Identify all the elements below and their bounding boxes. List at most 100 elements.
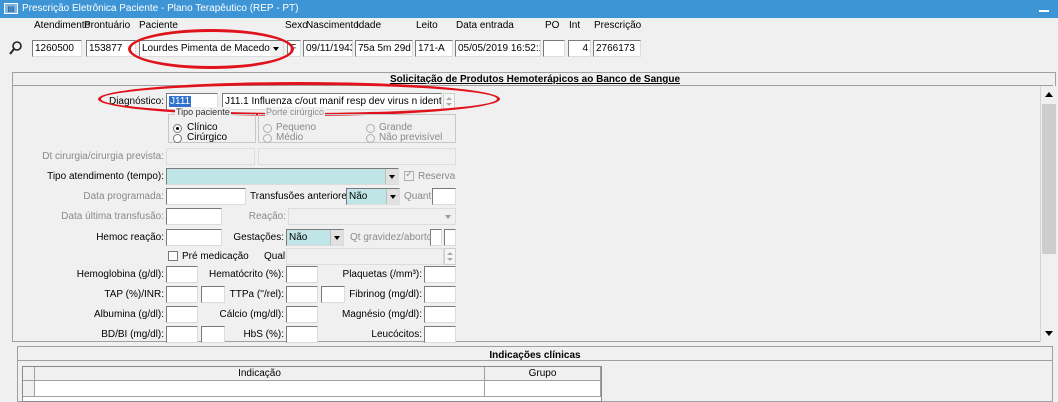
tipo-atendimento-dropdown-icon[interactable] bbox=[385, 169, 398, 184]
pre-medicacao-checkbox[interactable] bbox=[168, 251, 178, 261]
hemoglobina-field[interactable] bbox=[166, 266, 198, 283]
bd-field[interactable] bbox=[166, 326, 198, 343]
leucocitos-field[interactable] bbox=[424, 326, 456, 343]
nascimento-field[interactable]: 09/11/1943 bbox=[303, 40, 353, 57]
cell-indicacao[interactable] bbox=[35, 381, 485, 397]
reacao-label: Reação: bbox=[248, 211, 286, 222]
po-field[interactable] bbox=[543, 40, 565, 57]
radio-cirurgico[interactable] bbox=[173, 134, 182, 143]
plaquetas-label: Plaquetas (/mm³): bbox=[342, 269, 422, 280]
indicacoes-title-divider bbox=[18, 360, 1052, 361]
hematocrito-field[interactable] bbox=[286, 266, 318, 283]
fibrinog-label: Fibrinog (mg/dl): bbox=[349, 289, 422, 300]
label-atendimento: Atendimento bbox=[34, 20, 91, 31]
radio-nao-previsivel[interactable] bbox=[366, 134, 375, 143]
label-po: PO bbox=[545, 20, 560, 31]
magnesio-field[interactable] bbox=[424, 306, 456, 323]
label-nascimento: Nascimento bbox=[306, 20, 359, 31]
qt-gravidez-field[interactable] bbox=[430, 229, 442, 246]
column-header-grupo[interactable]: Grupo bbox=[485, 367, 601, 381]
bi-field[interactable] bbox=[201, 326, 225, 343]
data-programada-label: Data programada: bbox=[83, 191, 164, 202]
bd-bi-label: BD/BI (mg/dl): bbox=[101, 329, 164, 340]
gestacoes-dropdown-icon[interactable] bbox=[330, 230, 343, 245]
dt-cirurgia-prevista-field[interactable] bbox=[258, 148, 456, 165]
tap-field[interactable] bbox=[166, 286, 198, 303]
leucocitos-label: Leucócitos: bbox=[371, 329, 422, 340]
label-data-entrada: Data entrada bbox=[456, 20, 514, 31]
column-header-indicacao[interactable]: Indicação bbox=[35, 367, 485, 381]
reserva-checkbox[interactable] bbox=[404, 169, 414, 181]
window-title: Prescrição Eletrônica Paciente - Plano T… bbox=[22, 3, 299, 14]
label-prontuario: Prontuário bbox=[84, 20, 131, 31]
minimize-button[interactable] bbox=[1038, 4, 1050, 14]
radio-clinico[interactable] bbox=[173, 124, 182, 133]
radio-medio-label: Médio bbox=[276, 132, 304, 143]
cell-grupo[interactable] bbox=[485, 381, 601, 397]
app-icon: ▤ bbox=[4, 3, 18, 14]
gestacoes-select[interactable]: Não bbox=[286, 229, 344, 246]
gestacoes-label: Gestações: bbox=[233, 232, 284, 243]
highlight-oval-paciente bbox=[128, 29, 294, 69]
scroll-up-icon[interactable] bbox=[1045, 92, 1053, 97]
scroll-down-icon[interactable] bbox=[1045, 331, 1053, 336]
gestacoes-value: Não bbox=[289, 232, 308, 243]
data-programada-field[interactable] bbox=[166, 188, 246, 205]
transfusoes-dropdown-icon[interactable] bbox=[386, 189, 399, 204]
reacao-select[interactable] bbox=[288, 208, 456, 225]
indicacoes-grid[interactable]: Indicação Grupo bbox=[22, 366, 602, 402]
hematocrito-label: Hematócrito (%): bbox=[208, 269, 284, 280]
plaquetas-field[interactable] bbox=[424, 266, 456, 283]
radio-nao-previsivel-label: Não previsível bbox=[379, 132, 443, 143]
reserva-label: Reserva bbox=[418, 171, 456, 182]
tap-inr-label: TAP (%)/INR: bbox=[104, 289, 164, 300]
fibrinog-field[interactable] bbox=[424, 286, 456, 303]
tipo-paciente-label: Tipo paciente bbox=[175, 107, 231, 117]
search-icon[interactable] bbox=[8, 40, 24, 56]
hbs-label: HbS (%): bbox=[243, 329, 284, 340]
dt-cirurgia-field[interactable] bbox=[166, 148, 255, 165]
int-field[interactable]: 4 bbox=[568, 40, 591, 57]
atendimento-field[interactable]: 1260500 bbox=[32, 40, 82, 57]
hbs-field[interactable] bbox=[286, 326, 318, 343]
transfusoes-anteriores-select[interactable]: Não bbox=[346, 188, 400, 205]
row-header-cell bbox=[23, 381, 35, 397]
scroll-thumb[interactable] bbox=[1042, 104, 1056, 254]
label-idade: Idade bbox=[356, 20, 382, 31]
albumina-label: Albumina (g/dl): bbox=[93, 309, 164, 320]
label-sexo: Sexo bbox=[285, 20, 308, 31]
qt-gravidez-label: Qt gravidez/aborto: bbox=[350, 232, 436, 243]
qual-stepper[interactable] bbox=[444, 248, 456, 265]
quant-field[interactable] bbox=[432, 188, 456, 205]
tipo-atendimento-select[interactable] bbox=[166, 168, 399, 185]
radio-medio[interactable] bbox=[263, 134, 272, 143]
hemoc-reacao-field[interactable] bbox=[166, 229, 222, 246]
data-ultima-transfusao-field[interactable] bbox=[166, 208, 222, 225]
window-titlebar: ▤ Prescrição Eletrônica Paciente - Plano… bbox=[0, 0, 1058, 18]
ttpa-label: TTPa (''/rel): bbox=[229, 289, 284, 300]
label-int: Int bbox=[569, 20, 581, 31]
radio-pequeno[interactable] bbox=[263, 124, 272, 133]
transfusoes-anteriores-value: Não bbox=[349, 191, 368, 202]
albumina-field[interactable] bbox=[166, 306, 198, 323]
leito-field[interactable]: 171-A bbox=[415, 40, 453, 57]
ttpa-field[interactable] bbox=[286, 286, 318, 303]
transfusoes-anteriores-label: Transfusões anteriores: bbox=[250, 191, 355, 202]
inr-field[interactable] bbox=[201, 286, 225, 303]
reacao-dropdown-icon[interactable] bbox=[442, 209, 455, 224]
ttpa-rel-field[interactable] bbox=[321, 286, 345, 303]
magnesio-label: Magnésio (mg/dl): bbox=[341, 309, 422, 320]
qt-aborto-field[interactable] bbox=[444, 229, 456, 246]
form-title: Solicitação de Produtos Hemoterápicos ao… bbox=[389, 74, 681, 85]
form-scrollbar[interactable] bbox=[1040, 86, 1056, 342]
prescricao-field[interactable]: 2766173 bbox=[593, 40, 641, 57]
idade-field[interactable]: 75a 5m 29d bbox=[355, 40, 413, 57]
calcio-field[interactable] bbox=[286, 306, 318, 323]
radio-grande[interactable] bbox=[366, 124, 375, 133]
pre-medicacao-label: Pré medicação bbox=[182, 251, 249, 262]
calcio-label: Cálcio (mg/dl): bbox=[219, 309, 284, 320]
data-entrada-field[interactable]: 05/05/2019 16:52:18 bbox=[455, 40, 541, 57]
dt-cirurgia-label: Dt cirurgia/cirurgia prevista: bbox=[42, 151, 164, 162]
qual-field[interactable] bbox=[286, 248, 444, 265]
radio-cirurgico-label: Cirúrgico bbox=[187, 132, 228, 143]
